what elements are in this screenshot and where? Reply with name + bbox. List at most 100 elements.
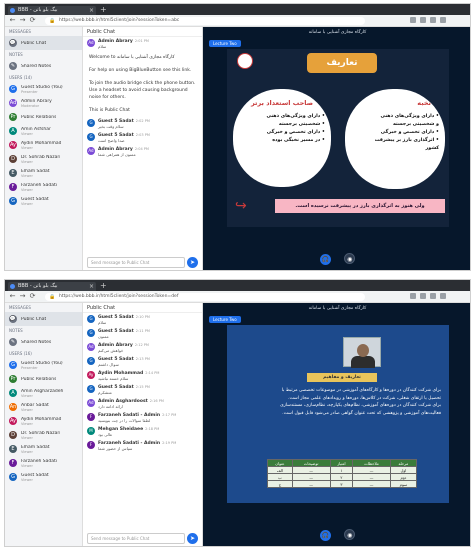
user-role: Viewer bbox=[21, 173, 33, 178]
shared-notes-item[interactable]: ✎ Shared Notes bbox=[5, 335, 82, 349]
user-avatar: Pr bbox=[9, 375, 17, 383]
browser-tab[interactable]: BBB - بیگ بلو باتن × bbox=[8, 6, 96, 15]
table-cell: امتیاز bbox=[329, 459, 354, 467]
user-list-item[interactable]: An Anbar Sadat Viewer bbox=[5, 400, 82, 414]
profile-icon[interactable] bbox=[430, 293, 436, 299]
profile-icon[interactable] bbox=[430, 17, 436, 23]
webcam-icon[interactable]: ◉ bbox=[344, 253, 356, 264]
url-input[interactable]: 🔒 https://web.bbb.ir/html5client/join?se… bbox=[45, 17, 365, 25]
user-text: Amin Asfshar Viewer bbox=[21, 127, 51, 136]
user-list-item[interactable]: G Guest Sadat Viewer bbox=[5, 470, 82, 484]
message-time: 2:13 PM bbox=[135, 357, 150, 361]
table-cell: ۲ bbox=[329, 473, 354, 481]
messages-section-title: MESSAGES bbox=[9, 29, 31, 34]
user-list-item[interactable]: D Dr. Sohrab Nazari Viewer bbox=[5, 428, 82, 442]
public-chat-item[interactable]: 💬 Public Chat bbox=[5, 312, 82, 326]
user-text: Elham Sadat Viewer bbox=[21, 445, 50, 454]
message-time: 2:19 PM bbox=[162, 441, 177, 445]
table-cell: — bbox=[291, 466, 331, 474]
star-icon[interactable] bbox=[410, 17, 416, 23]
extension-icon[interactable] bbox=[420, 17, 426, 23]
chat-message: Ad Admin Abrary 2:12 PM خواهش می‌کنم bbox=[83, 341, 202, 355]
presentation-slide: تعاریف و مفاهیم برای شرکت کنندگان در دور… bbox=[227, 325, 449, 503]
menu-icon[interactable] bbox=[440, 17, 446, 23]
browser-tab[interactable]: BBB - بیگ بلو باتن × bbox=[8, 282, 96, 291]
user-name: Admin Abrary bbox=[21, 98, 52, 104]
message-body: Guest 5 Sadat 2:11 PM ممنون bbox=[98, 329, 150, 339]
message-avatar: F bbox=[87, 441, 95, 449]
public-chat-item[interactable]: 💬 Public Chat bbox=[5, 36, 82, 50]
user-list-item[interactable]: E Elham Sadat Viewer bbox=[5, 166, 82, 180]
forward-icon[interactable]: → bbox=[18, 16, 27, 25]
user-list-item[interactable]: E Elham Sadat Viewer bbox=[5, 442, 82, 456]
slide-body-text: برای شرکت کنندگان در دوره‌ها و کارگاه‌ها… bbox=[237, 387, 441, 417]
user-role: Viewer bbox=[21, 463, 33, 468]
recording-badge[interactable]: Lecture Two bbox=[209, 40, 241, 47]
user-text: Guest Studio (You) Presenter bbox=[21, 361, 63, 370]
message-text: سلام خسته نباشید bbox=[98, 376, 129, 381]
reload-icon[interactable]: ⟳ bbox=[28, 292, 37, 301]
table-cell: ج bbox=[267, 480, 293, 488]
reload-icon[interactable]: ⟳ bbox=[28, 16, 37, 25]
back-icon[interactable]: ← bbox=[8, 292, 17, 301]
user-text: Public Relations bbox=[21, 377, 56, 382]
table-cell: — bbox=[291, 480, 331, 488]
headphones-icon[interactable]: 🎧 bbox=[319, 254, 331, 265]
browser-tab-bar: BBB - بیگ بلو باتن × + bbox=[5, 4, 470, 15]
user-list-item[interactable]: Ay Aydin Mohammad Viewer bbox=[5, 138, 82, 152]
user-list-item[interactable]: Pr Public Relations bbox=[5, 110, 82, 124]
webcam-icon[interactable]: ◉ bbox=[344, 529, 356, 540]
user-list-item[interactable]: G Guest Studio (You) Presenter bbox=[5, 82, 82, 96]
message-time: 2:02 PM bbox=[135, 119, 150, 123]
user-list-item[interactable]: A Amin Asgharzadeh Viewer bbox=[5, 386, 82, 400]
message-avatar: Ad bbox=[87, 39, 95, 47]
forward-icon[interactable]: → bbox=[18, 292, 27, 301]
recording-badge[interactable]: Lecture Two bbox=[209, 316, 241, 323]
user-list-item[interactable]: Ad Admin Abrary Moderator bbox=[5, 96, 82, 110]
left-definition-item: • در مسیر نخبگی بوده bbox=[272, 138, 325, 143]
new-tab-icon[interactable]: + bbox=[100, 281, 107, 290]
messages-section-title: MESSAGES bbox=[9, 305, 31, 310]
chat-icon: 💬 bbox=[9, 39, 17, 47]
user-role: Viewer bbox=[21, 131, 33, 136]
table-cell: مرحله bbox=[389, 459, 418, 467]
back-icon[interactable]: ← bbox=[8, 16, 17, 25]
notes-icon: ✎ bbox=[9, 62, 17, 70]
user-list-item[interactable]: G Guest Sadat Viewer bbox=[5, 194, 82, 208]
user-list-item[interactable]: A Amin Asfshar Viewer bbox=[5, 124, 82, 138]
new-tab-icon[interactable]: + bbox=[100, 5, 107, 14]
close-tab-icon[interactable]: × bbox=[89, 6, 94, 15]
message-text: سوال داشتم bbox=[98, 362, 119, 367]
chat-input[interactable]: Send message to Public Chat bbox=[87, 257, 185, 268]
media-controls: 🎧 ◉ bbox=[203, 253, 470, 267]
headphones-icon[interactable]: 🎧 bbox=[319, 530, 331, 541]
user-list-item[interactable]: F Farzaneh Sadati Viewer bbox=[5, 180, 82, 194]
message-avatar: Ad bbox=[87, 343, 95, 351]
send-button[interactable]: ➤ bbox=[187, 533, 198, 544]
user-role: Viewer bbox=[21, 159, 33, 164]
user-list-item[interactable]: Pr Public Relations bbox=[5, 372, 82, 386]
star-icon[interactable] bbox=[410, 293, 416, 299]
user-list-item[interactable]: Ay Aydin Mohammad Viewer bbox=[5, 414, 82, 428]
presenter-webcam[interactable] bbox=[343, 337, 381, 368]
close-tab-icon[interactable]: × bbox=[89, 282, 94, 291]
table-row: ب —۲— دوم bbox=[267, 473, 418, 481]
shared-notes-item[interactable]: ✎ Shared Notes bbox=[5, 59, 82, 73]
user-text: Dr. Sohrab Nazari Viewer bbox=[21, 431, 60, 440]
send-button[interactable]: ➤ bbox=[187, 257, 198, 268]
user-name: Guest Sadat bbox=[21, 472, 49, 478]
favicon-icon bbox=[10, 284, 15, 289]
message-time: 2:15 PM bbox=[135, 385, 150, 389]
chat-input[interactable]: Send message to Public Chat bbox=[87, 533, 185, 544]
extension-icon[interactable] bbox=[420, 293, 426, 299]
url-input[interactable]: 🔒 https://web.bbb.ir/html5client/join?se… bbox=[45, 293, 365, 301]
user-name: Elham Sadat bbox=[21, 444, 50, 450]
message-text: ممنون bbox=[98, 334, 109, 339]
user-list-item[interactable]: D Dr. Sohrab Nazari Viewer bbox=[5, 152, 82, 166]
presenter-body bbox=[351, 356, 375, 368]
chat-message: F Farzaneh Sadati - Admin 2:17 PM لطفا سوال… bbox=[83, 411, 202, 425]
user-list-item[interactable]: G Guest Studio (You) Presenter bbox=[5, 358, 82, 372]
chat-messages-later: G Guest 5 Sadat 2:02 PM سلام وقت بخیر G Guest… bbox=[83, 117, 202, 159]
user-list-item[interactable]: F Farzaneh Sadati Viewer bbox=[5, 456, 82, 470]
menu-icon[interactable] bbox=[440, 293, 446, 299]
